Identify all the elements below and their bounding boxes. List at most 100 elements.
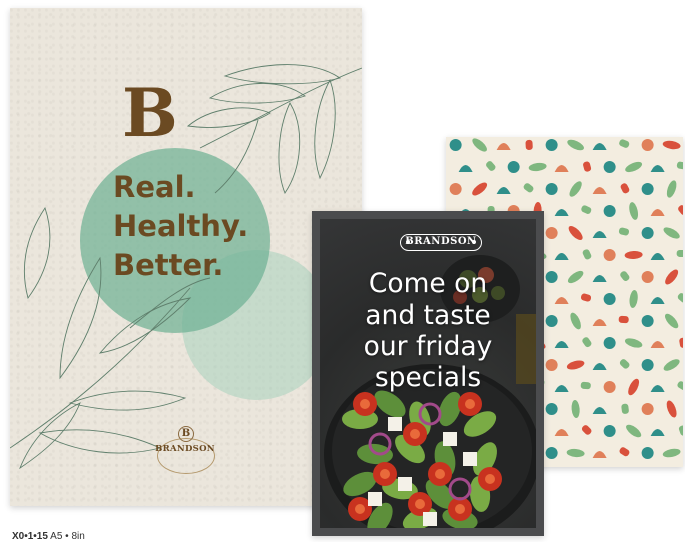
product-code: X0•1•15 xyxy=(12,531,48,542)
vegetable-shape xyxy=(603,337,616,349)
vegetable-shape xyxy=(583,161,592,172)
vegetable-shape xyxy=(618,315,629,324)
vegetable-shape xyxy=(641,139,654,151)
headline-line-1: Come on xyxy=(368,268,488,299)
feta-cube xyxy=(388,417,402,431)
feta-cube xyxy=(368,492,382,506)
vegetable-shape xyxy=(449,183,462,195)
vegetable-shape xyxy=(581,205,592,214)
vegetable-shape xyxy=(554,385,569,392)
vegetable-shape xyxy=(679,337,683,348)
menu-card: BRANDSON Come on and taste our friday sp… xyxy=(312,211,544,536)
vegetable-shape xyxy=(545,227,558,239)
vegetable-shape xyxy=(625,161,643,173)
vegetable-shape xyxy=(624,250,643,260)
vegetable-shape xyxy=(641,315,654,327)
vegetable-shape xyxy=(554,209,569,216)
vegetable-shape xyxy=(662,448,681,458)
vegetable-shape xyxy=(650,253,665,260)
vegetable-shape xyxy=(592,363,607,370)
vegetable-shape xyxy=(545,315,558,327)
vegetable-shape xyxy=(486,161,496,171)
feta-cube xyxy=(443,432,457,446)
feta-cube xyxy=(398,477,412,491)
vegetable-shape xyxy=(545,139,558,151)
headline-line-4: specials xyxy=(374,362,482,393)
tomato-seed xyxy=(485,474,495,484)
vegetable-shape xyxy=(650,341,665,348)
vegetable-shape xyxy=(603,425,616,437)
vegetable-shape xyxy=(458,165,473,172)
feta-cube xyxy=(463,452,477,466)
vegetable-shape xyxy=(570,312,581,330)
vegetable-shape xyxy=(678,425,683,436)
vegetable-shape xyxy=(603,205,616,217)
vegetable-shape xyxy=(545,403,558,415)
vegetable-shape xyxy=(641,183,654,195)
pill-dot-right xyxy=(472,240,476,244)
vegetable-shape xyxy=(523,183,534,193)
tomato-seed xyxy=(465,399,475,409)
vegetable-shape xyxy=(620,271,630,281)
vegetable-shape xyxy=(592,275,607,282)
vegetable-shape xyxy=(678,205,683,215)
vegetable-shape xyxy=(621,403,629,414)
vegetable-shape xyxy=(569,181,582,197)
vegetable-shape xyxy=(619,359,630,369)
tomato-seed xyxy=(455,504,465,514)
vegetable-shape xyxy=(592,451,607,458)
vegetable-shape xyxy=(603,293,616,305)
vegetable-shape xyxy=(665,269,679,285)
vegetable-shape xyxy=(641,227,654,239)
vegetable-shape xyxy=(554,165,569,172)
feta-cube xyxy=(423,512,437,526)
vegetable-shape xyxy=(603,381,616,393)
tomato-seed xyxy=(410,429,420,439)
vegetable-shape xyxy=(618,227,630,236)
vegetable-shape xyxy=(545,271,558,283)
vegetable-shape xyxy=(472,138,487,152)
brand-label: BRANDSON xyxy=(400,234,482,251)
vegetable-shape xyxy=(624,338,643,348)
headline-line-2: and taste xyxy=(365,300,491,331)
product-caption: X0•1•15 A5 • 8in xyxy=(12,532,85,542)
vegetable-shape xyxy=(619,447,630,457)
vegetable-shape xyxy=(554,341,569,348)
vegetable-shape xyxy=(528,162,547,172)
tomato-seed xyxy=(355,504,365,514)
tomato-seed xyxy=(380,469,390,479)
pill-dot-left xyxy=(406,240,410,244)
vegetable-shape xyxy=(663,359,680,371)
vegetable-shape xyxy=(629,202,639,220)
brand-logo-icon: B BRANDSON xyxy=(153,420,217,478)
vegetable-shape xyxy=(641,447,654,459)
vegetable-shape xyxy=(580,293,592,302)
vegetable-shape xyxy=(571,400,580,418)
brand-name: BRANDSON xyxy=(405,236,477,247)
vegetable-shape xyxy=(592,143,607,150)
vegetable-shape xyxy=(650,165,665,172)
vegetable-shape xyxy=(603,161,616,173)
vegetable-shape xyxy=(472,182,488,196)
vegetable-shape xyxy=(665,313,679,329)
vegetable-shape xyxy=(650,209,665,216)
seed-paper-card: B Real. Healthy. Better. B BRANDSON xyxy=(10,8,362,506)
vegetable-shape xyxy=(592,407,607,414)
tomato-seed xyxy=(435,469,445,479)
tomato-seed xyxy=(360,399,370,409)
tagline-line-2: Healthy. xyxy=(113,209,249,243)
vegetable-shape xyxy=(566,448,585,458)
vegetable-shape xyxy=(666,400,677,418)
tagline-line-1: Real. xyxy=(113,170,196,204)
vegetable-shape xyxy=(566,360,585,370)
brand-monogram: B xyxy=(122,74,178,152)
vegetable-shape xyxy=(554,297,569,304)
vegetable-shape xyxy=(641,271,654,283)
vegetable-shape xyxy=(554,253,569,260)
vegetable-shape xyxy=(629,290,638,308)
vegetable-shape xyxy=(626,424,642,438)
vegetable-shape xyxy=(677,293,683,303)
vegetable-shape xyxy=(525,139,533,150)
vegetable-shape xyxy=(554,429,569,436)
vegetable-shape xyxy=(619,139,630,148)
